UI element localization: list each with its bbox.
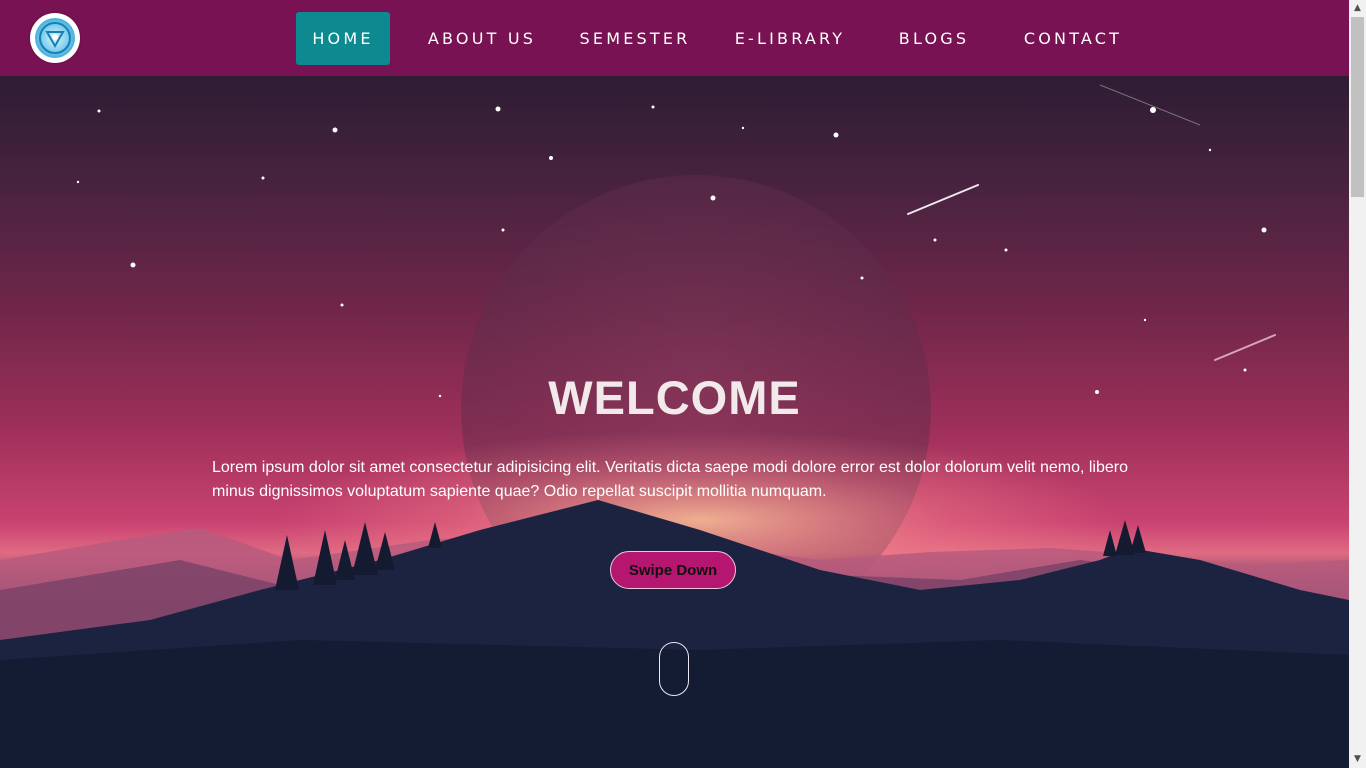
shooting-star <box>1099 84 1201 126</box>
nav-semester[interactable]: SEMESTER <box>576 12 694 65</box>
site-logo[interactable] <box>30 13 80 63</box>
page-scrollbar[interactable]: ▲ ▼ <box>1349 0 1366 768</box>
shooting-star <box>1214 334 1276 361</box>
scrollbar-thumb[interactable] <box>1351 17 1364 197</box>
navbar: HOME ABOUT US SEMESTER E-LIBRARY BLOGS C… <box>0 0 1349 76</box>
scroll-down-arrow-icon[interactable]: ▼ <box>1349 751 1366 768</box>
nav-blogs[interactable]: BLOGS <box>889 12 979 65</box>
mouse-scroll-icon[interactable] <box>659 642 689 696</box>
swipe-down-button[interactable]: Swipe Down <box>610 551 736 589</box>
nav-contact[interactable]: CONTACT <box>1015 12 1131 65</box>
hero-description: Lorem ipsum dolor sit amet consectetur a… <box>212 459 1128 500</box>
welcome-title: WELCOME <box>548 371 801 424</box>
arc-reactor-logo-icon <box>35 18 75 58</box>
hero-section: WELCOME Lorem ipsum dolor sit amet conse… <box>0 0 1349 768</box>
nav-about-us[interactable]: ABOUT US <box>420 12 544 65</box>
scroll-up-arrow-icon[interactable]: ▲ <box>1349 0 1366 17</box>
nav-home[interactable]: HOME <box>296 12 390 65</box>
nav-e-library[interactable]: E-LIBRARY <box>728 12 852 65</box>
shooting-star <box>907 184 979 215</box>
